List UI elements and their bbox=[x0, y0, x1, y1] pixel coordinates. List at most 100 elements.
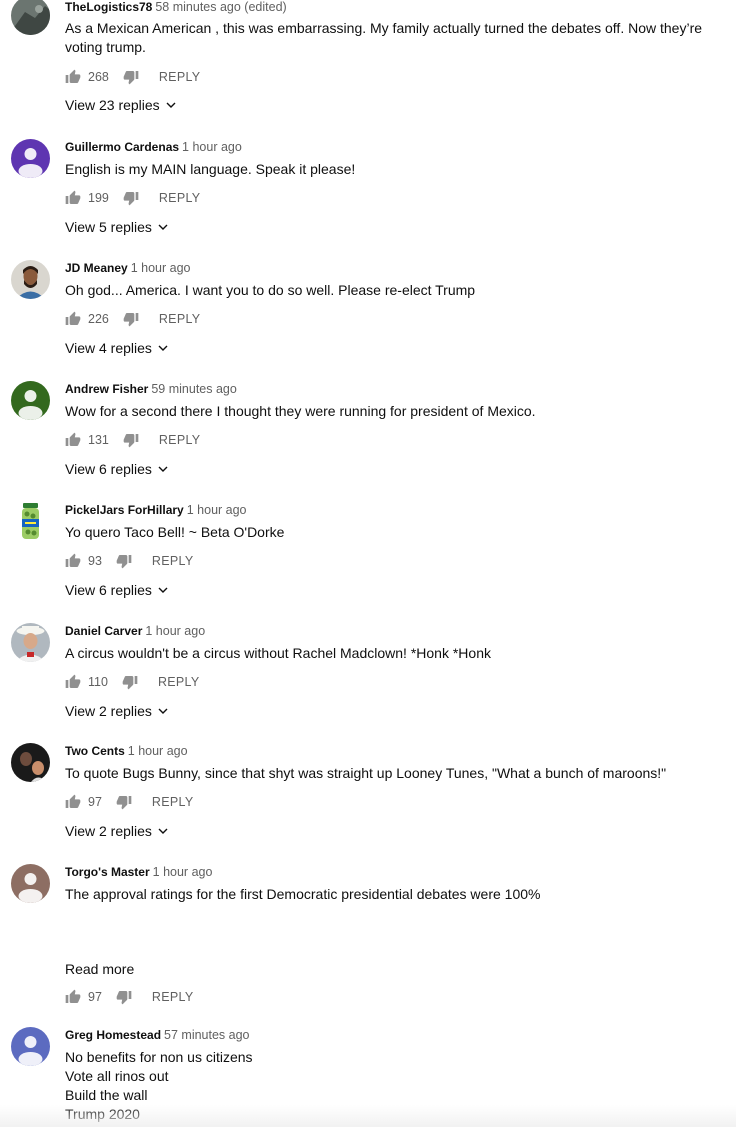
reply-button[interactable]: REPLY bbox=[159, 191, 201, 205]
thumbs-up-icon[interactable] bbox=[65, 794, 81, 810]
thumbs-down-icon[interactable] bbox=[116, 553, 132, 569]
chevron-down-icon bbox=[157, 342, 169, 354]
comment-time[interactable]: 57 minutes ago bbox=[164, 1028, 249, 1042]
comment-header: Guillermo Cardenas 1 hour ago bbox=[65, 139, 736, 155]
comment-time[interactable]: 1 hour ago bbox=[153, 865, 213, 879]
comment-header: Greg Homestead 57 minutes ago bbox=[65, 1027, 736, 1043]
thumbs-up-icon[interactable] bbox=[65, 190, 81, 206]
thumbs-up-icon[interactable] bbox=[65, 989, 81, 1005]
thumbs-up-icon[interactable] bbox=[65, 432, 81, 448]
like-count: 226 bbox=[88, 312, 109, 326]
view-replies-button[interactable]: View 5 replies bbox=[65, 217, 736, 237]
comment-text: As a Mexican American , this was embarra… bbox=[65, 20, 703, 55]
read-more-button[interactable]: Read more bbox=[65, 961, 134, 977]
default-avatar-icon bbox=[11, 139, 50, 178]
thumbs-down-icon[interactable] bbox=[123, 69, 139, 85]
comment-text: Yo quero Taco Bell! ~ Beta O'Dorke bbox=[65, 524, 285, 540]
comment-author[interactable]: Guillermo Cardenas bbox=[65, 140, 179, 154]
chevron-down-icon bbox=[157, 221, 169, 233]
reply-button[interactable]: REPLY bbox=[152, 795, 194, 809]
chevron-down-icon bbox=[157, 705, 169, 717]
thumbs-down-icon[interactable] bbox=[123, 190, 139, 206]
reply-button[interactable]: REPLY bbox=[159, 433, 201, 447]
comment-header: PickelJars ForHillary 1 hour ago bbox=[65, 502, 736, 518]
default-avatar-icon bbox=[11, 864, 50, 903]
comment-body: Guillermo Cardenas 1 hour ago English is … bbox=[65, 139, 736, 237]
view-replies-button[interactable]: View 23 replies bbox=[65, 95, 736, 115]
avatar[interactable] bbox=[11, 260, 50, 299]
thumbs-up-icon[interactable] bbox=[65, 553, 81, 569]
reply-button[interactable]: REPLY bbox=[158, 675, 200, 689]
comment-author[interactable]: Andrew Fisher bbox=[65, 382, 148, 396]
comment-actions: 226 REPLY bbox=[65, 309, 736, 329]
comment-text: English is my MAIN language. Speak it pl… bbox=[65, 161, 356, 177]
comment-body: Two Cents 1 hour ago To quote Bugs Bunny,… bbox=[65, 743, 736, 841]
comment-time[interactable]: 1 hour ago bbox=[187, 503, 247, 517]
view-replies-label: View 23 replies bbox=[65, 97, 160, 113]
comment-header: JD Meaney 1 hour ago bbox=[65, 260, 736, 276]
view-replies-button[interactable]: View 4 replies bbox=[65, 338, 736, 358]
avatar[interactable] bbox=[11, 1027, 50, 1066]
comment-time[interactable]: 1 hour ago bbox=[128, 744, 188, 758]
comment-header: Daniel Carver 1 hour ago bbox=[65, 623, 736, 639]
thumbs-down-icon[interactable] bbox=[123, 432, 139, 448]
like-count: 131 bbox=[88, 433, 109, 447]
comment-author[interactable]: TheLogistics78 bbox=[65, 0, 152, 14]
comment-time[interactable]: 1 hour ago bbox=[145, 624, 205, 638]
comment-actions: 97 REPLY bbox=[65, 792, 736, 812]
avatar[interactable] bbox=[11, 864, 50, 903]
avatar[interactable] bbox=[11, 623, 50, 662]
comment-time[interactable]: 59 minutes ago bbox=[151, 382, 236, 396]
default-avatar-icon bbox=[11, 381, 50, 420]
comment-author[interactable]: Daniel Carver bbox=[65, 624, 142, 638]
comment-body: TheLogistics78 58 minutes ago (edited) As… bbox=[65, 0, 736, 115]
avatar[interactable] bbox=[11, 0, 50, 35]
avatar[interactable] bbox=[11, 139, 50, 178]
thumbs-up-icon[interactable] bbox=[65, 674, 81, 690]
pickle-jar-icon bbox=[11, 502, 50, 541]
comment-time[interactable]: 1 hour ago bbox=[131, 261, 191, 275]
view-replies-button[interactable]: View 2 replies bbox=[65, 821, 736, 841]
comment-author[interactable]: Two Cents bbox=[65, 744, 125, 758]
avatar-photo-icon bbox=[11, 0, 50, 35]
comment-author[interactable]: Greg Homestead bbox=[65, 1028, 161, 1042]
thumbs-up-icon[interactable] bbox=[65, 311, 81, 327]
reply-button[interactable]: REPLY bbox=[152, 990, 194, 1004]
view-replies-label: View 6 replies bbox=[65, 461, 152, 477]
view-replies-label: View 5 replies bbox=[65, 219, 152, 235]
comment-text: To quote Bugs Bunny, since that shyt was… bbox=[65, 765, 667, 781]
comment-body: Daniel Carver 1 hour ago A circus wouldn'… bbox=[65, 623, 736, 721]
comment-time[interactable]: 58 minutes ago (edited) bbox=[155, 0, 286, 14]
avatar[interactable] bbox=[11, 502, 50, 541]
view-replies-button[interactable]: View 6 replies bbox=[65, 580, 736, 600]
reply-button[interactable]: REPLY bbox=[152, 554, 194, 568]
thumbs-up-icon[interactable] bbox=[65, 69, 81, 85]
comment-header: Torgo's Master 1 hour ago bbox=[65, 864, 736, 880]
view-replies-button[interactable]: View 6 replies bbox=[65, 459, 736, 479]
avatar[interactable] bbox=[11, 743, 50, 782]
avatar[interactable] bbox=[11, 381, 50, 420]
view-replies-label: View 6 replies bbox=[65, 582, 152, 598]
comment-footer: 97 REPLY bbox=[65, 978, 736, 1007]
comment-time[interactable]: 1 hour ago bbox=[182, 140, 242, 154]
thumbs-down-icon[interactable] bbox=[116, 794, 132, 810]
avatar-photo-icon bbox=[11, 743, 50, 782]
chevron-down-icon bbox=[157, 584, 169, 596]
thumbs-down-icon[interactable] bbox=[123, 311, 139, 327]
bottom-fade bbox=[0, 1105, 736, 1127]
reply-button[interactable]: REPLY bbox=[159, 312, 201, 326]
thumbs-down-icon[interactable] bbox=[122, 674, 138, 690]
comment-body: JD Meaney 1 hour ago Oh god... America. I… bbox=[65, 260, 736, 358]
comment-author[interactable]: Torgo's Master bbox=[65, 865, 150, 879]
comment-actions: 131 REPLY bbox=[65, 430, 736, 450]
comment-header: Two Cents 1 hour ago bbox=[65, 743, 736, 759]
comment-author[interactable]: JD Meaney bbox=[65, 261, 128, 275]
like-count: 97 bbox=[88, 795, 102, 809]
like-count: 97 bbox=[88, 990, 102, 1004]
comment-text: Oh god... America. I want you to do so w… bbox=[65, 282, 476, 298]
thumbs-down-icon[interactable] bbox=[116, 989, 132, 1005]
comment-author[interactable]: PickelJars ForHillary bbox=[65, 503, 184, 517]
comment-text: Wow for a second there I thought they we… bbox=[65, 403, 536, 419]
view-replies-button[interactable]: View 2 replies bbox=[65, 701, 736, 721]
reply-button[interactable]: REPLY bbox=[159, 70, 201, 84]
